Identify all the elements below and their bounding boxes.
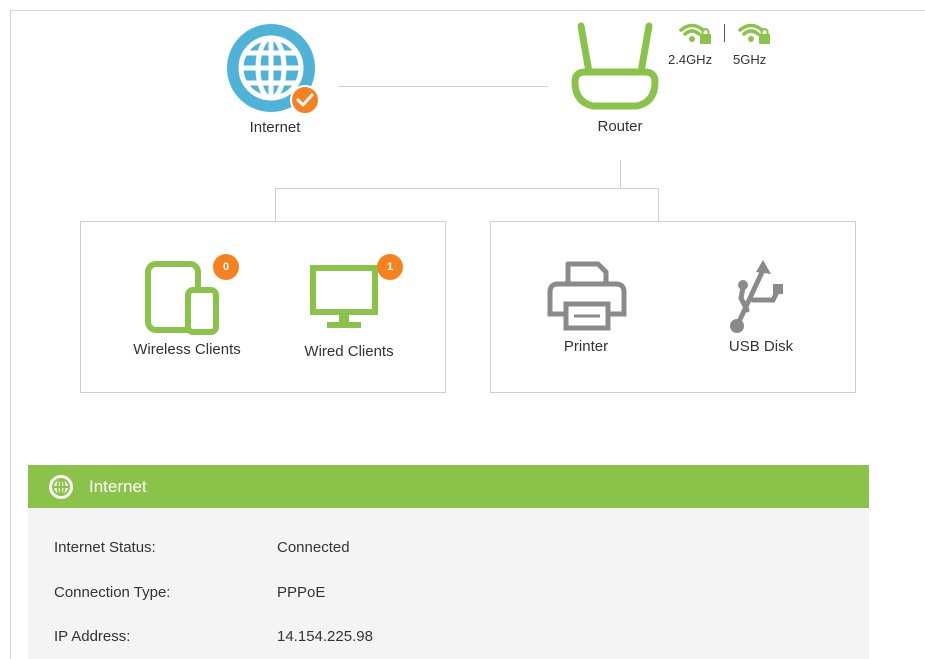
frame-top-border — [10, 10, 925, 11]
internet-node[interactable]: Internet — [215, 22, 335, 140]
band-24ghz-label: 2.4GHz — [668, 52, 713, 67]
info-label: IP Address: — [54, 628, 131, 645]
router-down-link — [620, 160, 621, 188]
internet-panel-title: Internet — [89, 477, 147, 496]
printer-icon — [547, 261, 627, 331]
router-label: Router — [597, 118, 643, 135]
internet-panel-header[interactable]: Internet — [28, 465, 869, 508]
wifi-lock-icon — [679, 23, 711, 44]
peripherals-box: Printer USB Disk — [490, 221, 856, 393]
branch-right-link — [658, 188, 659, 221]
info-row-internet-status: Internet Status: Connected — [28, 539, 869, 559]
usb-disk-label: USB Disk — [728, 338, 794, 355]
wireless-clients-node[interactable]: 0 Wireless Clients — [111, 252, 261, 362]
info-row-ip-address: IP Address: 14.154.225.98 — [28, 628, 869, 648]
branch-left-link — [275, 188, 276, 221]
info-row-connection-type: Connection Type: PPPoE — [28, 584, 869, 604]
band-5ghz-label: 5GHz — [733, 52, 767, 67]
internet-label: Internet — [249, 119, 301, 136]
globe-icon — [49, 475, 73, 499]
info-value: 14.154.225.98 — [277, 628, 373, 645]
branch-horizontal-link — [275, 188, 659, 189]
info-value: Connected — [277, 539, 350, 556]
wireless-clients-label: Wireless Clients — [133, 341, 241, 358]
router-icon — [571, 22, 659, 110]
wifi-lock-icon — [738, 23, 770, 44]
tablet-phone-icon — [145, 261, 219, 335]
frame-left-border — [10, 10, 11, 659]
internet-router-link — [338, 86, 548, 87]
router-node[interactable]: Router — [560, 20, 680, 138]
monitor-icon — [310, 265, 378, 328]
wireless-count-badge: 0 — [213, 254, 239, 280]
internet-panel-body: Internet Status: Connected Connection Ty… — [28, 508, 869, 659]
info-label: Connection Type: — [54, 584, 171, 601]
band-24ghz[interactable]: 2.4GHz — [668, 20, 718, 70]
check-badge-icon — [290, 85, 320, 115]
wired-count-badge: 1 — [377, 254, 403, 280]
printer-label: Printer — [563, 338, 609, 355]
printer-node[interactable]: Printer — [526, 252, 646, 362]
usb-disk-node[interactable]: USB Disk — [701, 252, 821, 362]
band-divider — [724, 24, 725, 42]
info-value: PPPoE — [277, 584, 326, 601]
wired-clients-node[interactable]: 1 Wired Clients — [279, 252, 419, 362]
wired-clients-label: Wired Clients — [304, 343, 394, 360]
band-5ghz[interactable]: 5GHz — [733, 20, 783, 70]
usb-icon — [730, 260, 783, 333]
info-label: Internet Status: — [54, 539, 156, 556]
clients-box: 0 Wireless Clients 1 Wired Clients — [80, 221, 446, 393]
